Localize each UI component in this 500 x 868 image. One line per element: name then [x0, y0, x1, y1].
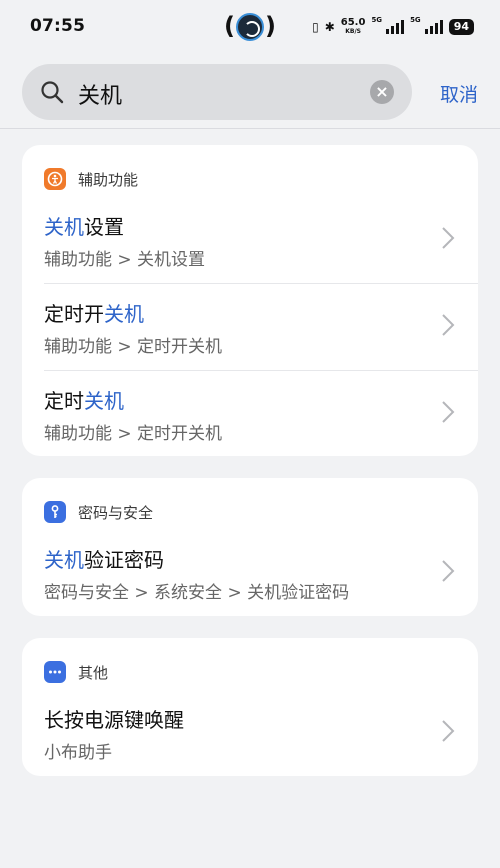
battery-icon: 94 [448, 19, 474, 35]
result-row[interactable]: 关机验证密码 密码与安全 > 系统安全 > 关机验证密码 [22, 530, 478, 616]
result-path: 密码与安全 > 系统安全 > 关机验证密码 [44, 583, 350, 603]
title-text: 定时开 [44, 302, 104, 326]
left-paren-icon: ( [224, 12, 235, 40]
group-title: 密码与安全 [78, 503, 154, 522]
result-group-security: 密码与安全 关机验证密码 密码与安全 > 系统安全 > 关机验证密码 [22, 478, 478, 616]
result-path: 辅助功能 > 定时开关机 [44, 337, 223, 357]
vibrate-icon: ▯ [312, 20, 319, 34]
chevron-right-icon [442, 314, 455, 336]
status-bar: 07:55 ( ) ▯ ✱ 65.0 KB/S 5G 5G 94 [0, 0, 500, 56]
result-title: 关机设置 [44, 211, 124, 240]
screen-share-indicator: ( ) [224, 10, 276, 44]
title-text: 定时 [44, 389, 84, 413]
chevron-right-icon [442, 560, 455, 582]
signal-2-icon [424, 20, 443, 34]
result-group-other: 其他 长按电源键唤醒 小布助手 [22, 638, 478, 776]
clear-search-icon[interactable]: × [370, 80, 394, 104]
result-row[interactable]: 定时关机 辅助功能 > 定时开关机 [22, 371, 478, 457]
bluetooth-icon: ✱ [324, 20, 335, 34]
signal2-tag: 5G [410, 16, 421, 24]
highlight-text: 关机 [44, 548, 84, 572]
signal-1-icon [386, 20, 405, 34]
group-header: 其他 [44, 660, 108, 684]
search-bar[interactable]: 关机 × [22, 64, 412, 120]
chevron-right-icon [442, 720, 455, 742]
group-title: 辅助功能 [78, 170, 139, 189]
result-title: 定时关机 [44, 385, 124, 414]
result-path: 辅助功能 > 关机设置 [44, 250, 206, 270]
speed-unit: KB/S [345, 28, 361, 35]
highlight-text: 关机 [104, 302, 144, 326]
chevron-right-icon [442, 227, 455, 249]
right-paren-icon: ) [265, 12, 276, 40]
app-indicator-icon [236, 13, 264, 41]
highlight-text: 关机 [84, 389, 124, 413]
chevron-right-icon [442, 401, 455, 423]
accessibility-icon [44, 168, 66, 190]
key-icon [44, 501, 66, 523]
title-text: 设置 [84, 215, 124, 239]
more-icon [44, 661, 66, 683]
header-divider [0, 128, 500, 129]
status-icons: ▯ ✱ 65.0 KB/S 5G 5G 94 [312, 16, 474, 38]
cancel-button[interactable]: 取消 [440, 80, 478, 107]
group-header: 辅助功能 [44, 167, 138, 191]
group-title: 其他 [78, 663, 109, 682]
result-path: 辅助功能 > 定时开关机 [44, 424, 223, 444]
result-title: 关机验证密码 [44, 544, 164, 573]
signal1-tag: 5G [371, 16, 383, 24]
search-icon [41, 81, 64, 104]
speed-value: 65.0 [340, 17, 366, 28]
result-title: 定时开关机 [44, 298, 144, 327]
network-speed: 65.0 KB/S [341, 18, 366, 36]
search-input[interactable]: 关机 [78, 78, 122, 110]
result-row[interactable]: 关机设置 辅助功能 > 关机设置 [22, 197, 478, 283]
result-group-accessibility: 辅助功能 关机设置 辅助功能 > 关机设置 定时开关机 辅助功能 > 定时开关机… [22, 145, 478, 456]
result-title: 长按电源键唤醒 [44, 708, 184, 732]
result-row[interactable]: 长按电源键唤醒 小布助手 [22, 690, 478, 776]
group-header: 密码与安全 [44, 500, 153, 524]
highlight-text: 关机 [44, 215, 84, 239]
title-text: 验证密码 [84, 548, 164, 572]
result-path: 小布助手 [44, 743, 112, 763]
result-row[interactable]: 定时开关机 辅助功能 > 定时开关机 [22, 284, 478, 370]
status-time: 07:55 [30, 16, 86, 36]
